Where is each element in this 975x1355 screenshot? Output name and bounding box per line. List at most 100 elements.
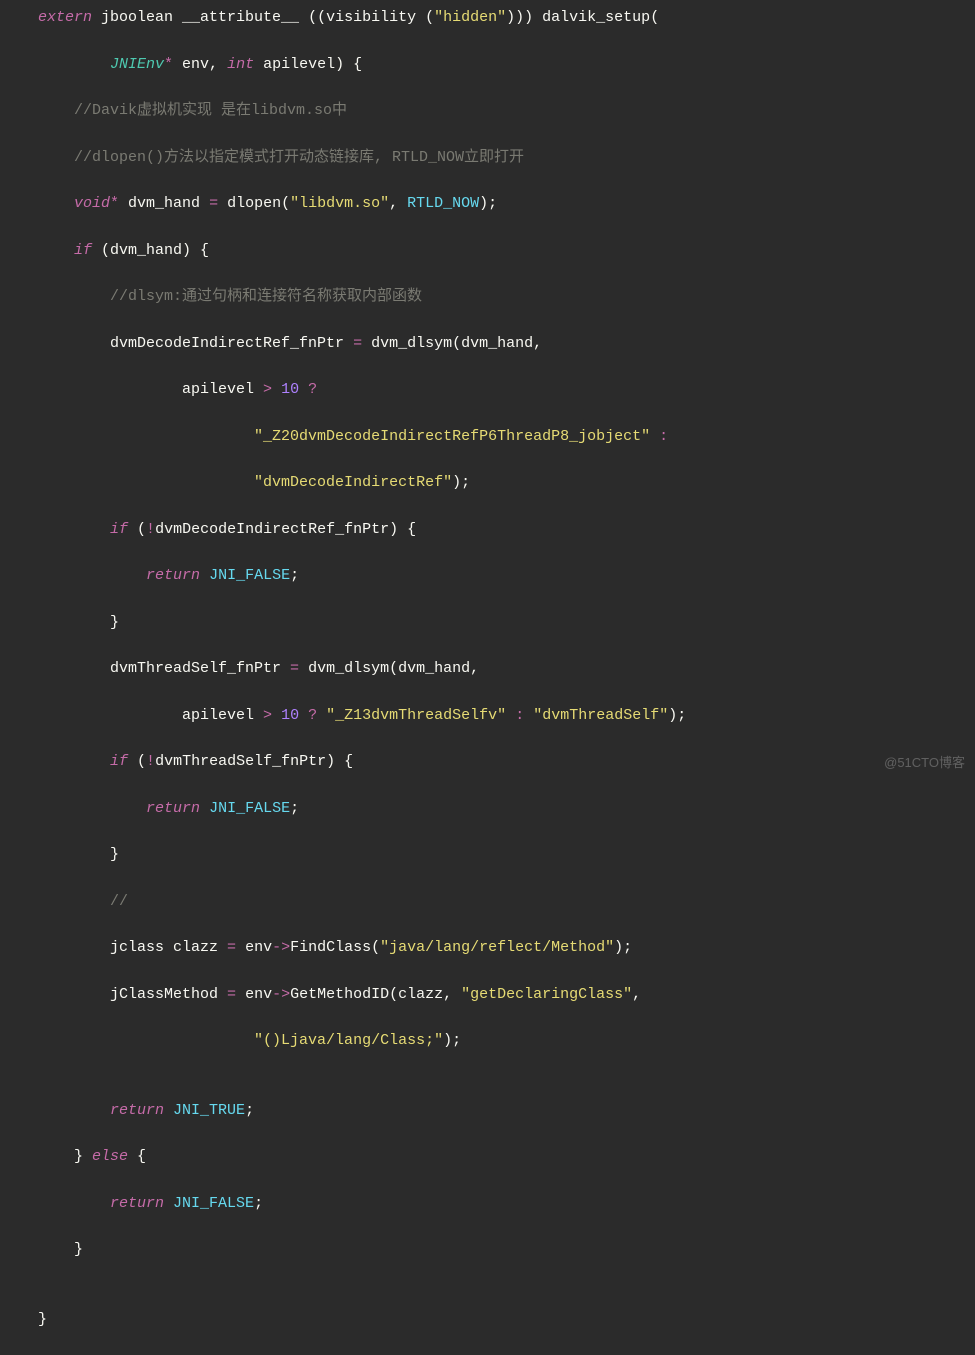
code-token: "java/lang/reflect/Method": [380, 939, 614, 956]
code-line[interactable]: JNIEnv* env, int apilevel) {: [0, 53, 975, 76]
code-token: }: [110, 614, 119, 631]
code-line[interactable]: jclass clazz = env->FindClass("java/lang…: [0, 936, 975, 959]
code-token: :: [659, 428, 668, 445]
code-token: =: [227, 939, 236, 956]
code-token: {: [128, 1148, 146, 1165]
code-token: =: [227, 986, 236, 1003]
code-token: =: [209, 195, 218, 212]
code-token: [200, 800, 209, 817]
code-token: ?: [308, 381, 317, 398]
code-token: }: [38, 1311, 47, 1328]
code-line[interactable]: return JNI_FALSE;: [0, 797, 975, 820]
code-token: ) {: [335, 56, 362, 73]
code-line[interactable]: return JNI_FALSE;: [0, 1192, 975, 1215]
code-token: :: [515, 707, 524, 724]
code-token: [200, 567, 209, 584]
code-token: [164, 1195, 173, 1212]
code-line[interactable]: apilevel > 10 ? "_Z13dvmThreadSelfv" : "…: [0, 704, 975, 727]
code-token: (dvm_hand) {: [92, 242, 209, 259]
code-line[interactable]: if (dvm_hand) {: [0, 239, 975, 262]
code-token: }: [74, 1241, 83, 1258]
code-token: return: [110, 1195, 164, 1212]
code-line[interactable]: jClassMethod = env->GetMethodID(clazz, "…: [0, 983, 975, 1006]
code-token: dvm_hand: [119, 195, 209, 212]
code-token: =: [290, 660, 299, 677]
code-token: [299, 707, 308, 724]
code-line[interactable]: if (!dvmThreadSelf_fnPtr) {: [0, 750, 975, 773]
code-token: !: [146, 753, 155, 770]
code-token: //dlsym:通过句柄和连接符名称获取内部函数: [110, 288, 422, 305]
code-line[interactable]: dvmDecodeIndirectRef_fnPtr = dvm_dlsym(d…: [0, 332, 975, 355]
code-token: ((: [308, 9, 326, 26]
code-token: env: [236, 986, 272, 1003]
code-token: [164, 1102, 173, 1119]
code-token: );: [614, 939, 632, 956]
code-token: >: [263, 381, 272, 398]
code-token: "libdvm.so": [290, 195, 389, 212]
code-line[interactable]: //dlopen()方法以指定模式打开动态链接库, RTLD_NOW立即打开: [0, 146, 975, 169]
code-token: GetMethodID(clazz,: [290, 986, 461, 1003]
code-line[interactable]: "dvmDecodeIndirectRef");: [0, 471, 975, 494]
code-token: void: [74, 195, 110, 212]
code-token: ;: [245, 1102, 254, 1119]
code-token: RTLD_NOW: [407, 195, 479, 212]
code-line[interactable]: extern jboolean __attribute__ ((visibili…: [0, 6, 975, 29]
code-token: return: [146, 800, 200, 817]
code-token: "getDeclaringClass": [461, 986, 632, 1003]
code-token: (: [128, 521, 146, 538]
code-line[interactable]: apilevel > 10 ?: [0, 378, 975, 401]
code-token: *: [164, 56, 173, 73]
code-line[interactable]: }: [0, 611, 975, 634]
code-line[interactable]: return JNI_TRUE;: [0, 1099, 975, 1122]
code-token: env,: [173, 56, 227, 73]
watermark-text: @51CTO博客: [884, 753, 965, 773]
code-editor-view[interactable]: extern jboolean __attribute__ ((visibili…: [0, 0, 975, 1355]
code-token: dlopen(: [218, 195, 290, 212]
code-token: apilevel: [182, 707, 263, 724]
code-token: FindClass(: [290, 939, 380, 956]
code-token: jclass clazz: [110, 939, 227, 956]
code-line[interactable]: }: [0, 843, 975, 866]
code-token: }: [74, 1148, 92, 1165]
code-line[interactable]: void* dvm_hand = dlopen("libdvm.so", RTL…: [0, 192, 975, 215]
code-token: extern: [38, 9, 101, 26]
code-token: ;: [290, 567, 299, 584]
code-token: 10: [281, 707, 299, 724]
code-token: "()Ljava/lang/Class;": [254, 1032, 443, 1049]
code-line[interactable]: }: [0, 1238, 975, 1261]
code-token: ->: [272, 939, 290, 956]
code-token: "dvmDecodeIndirectRef": [254, 474, 452, 491]
code-token: dvmThreadSelf_fnPtr: [110, 660, 290, 677]
code-token: jClassMethod: [110, 986, 227, 1003]
code-token: [299, 381, 308, 398]
code-token: (: [650, 9, 659, 26]
code-line[interactable]: //dlsym:通过句柄和连接符名称获取内部函数: [0, 285, 975, 308]
code-token: (: [425, 9, 434, 26]
code-line[interactable]: dvmThreadSelf_fnPtr = dvm_dlsym(dvm_hand…: [0, 657, 975, 680]
code-token: >: [263, 707, 272, 724]
code-line[interactable]: return JNI_FALSE;: [0, 564, 975, 587]
code-token: apilevel: [182, 381, 263, 398]
code-line[interactable]: //Davik虚拟机实现 是在libdvm.so中: [0, 99, 975, 122]
code-token: ))): [506, 9, 533, 26]
code-token: dvm_dlsym(dvm_hand,: [362, 335, 542, 352]
code-token: dalvik_setup: [533, 9, 650, 26]
code-line[interactable]: }: [0, 1308, 975, 1331]
code-token: JNI_TRUE: [173, 1102, 245, 1119]
code-line[interactable]: } else {: [0, 1145, 975, 1168]
code-token: if: [110, 753, 128, 770]
code-token: return: [110, 1102, 164, 1119]
code-token: );: [479, 195, 497, 212]
code-token: dvm_dlsym(dvm_hand,: [299, 660, 479, 677]
code-token: ->: [272, 986, 290, 1003]
code-token: [317, 707, 326, 724]
code-line[interactable]: "_Z20dvmDecodeIndirectRefP6ThreadP8_jobj…: [0, 425, 975, 448]
code-token: "hidden": [434, 9, 506, 26]
code-line[interactable]: "()Ljava/lang/Class;");: [0, 1029, 975, 1052]
code-token: dvmThreadSelf_fnPtr) {: [155, 753, 353, 770]
code-token: JNI_FALSE: [173, 1195, 254, 1212]
code-token: [272, 707, 281, 724]
code-token: //dlopen()方法以指定模式打开动态链接库, RTLD_NOW立即打开: [74, 149, 524, 166]
code-line[interactable]: //: [0, 890, 975, 913]
code-line[interactable]: if (!dvmDecodeIndirectRef_fnPtr) {: [0, 518, 975, 541]
